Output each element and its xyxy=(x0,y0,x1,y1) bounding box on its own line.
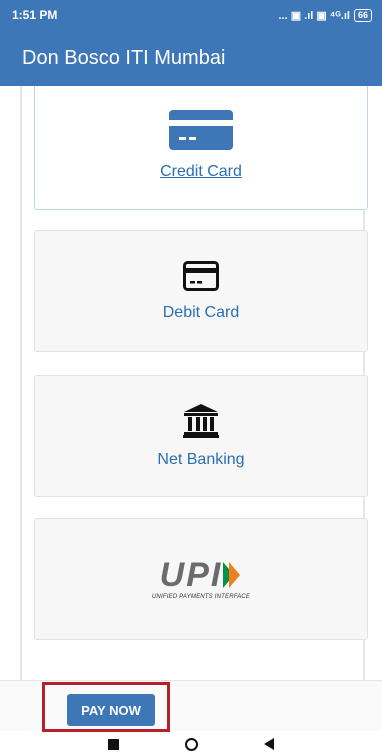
battery-level: 66 xyxy=(357,9,368,20)
app-bar: Don Bosco ITI Mumbai xyxy=(0,30,382,86)
upi-logo-text: UPI xyxy=(159,556,223,594)
status-icons: ... ▣ .ıl ▣ ⁴ᴳ.ıl 66 xyxy=(278,8,372,22)
page-title: Don Bosco ITI Mumbai xyxy=(22,46,226,69)
battery-icon: 66 xyxy=(353,8,372,22)
status-time: 1:51 PM xyxy=(12,8,58,22)
payment-option-net-banking[interactable]: Net Banking xyxy=(34,375,368,497)
debit-card-label: Debit Card xyxy=(162,303,240,321)
scroll-rail-left xyxy=(20,86,22,680)
net-banking-label: Net Banking xyxy=(157,450,245,468)
upi-arrow-icon xyxy=(223,562,241,588)
payment-options-list[interactable]: Credit Card Debit Card Net Banking UPI U… xyxy=(0,86,382,680)
payment-option-upi[interactable]: UPI UNIFIED PAYMENTS INTERFACE xyxy=(34,518,368,640)
system-navigation-bar xyxy=(0,732,382,756)
home-icon[interactable] xyxy=(185,737,198,751)
credit-card-icon xyxy=(169,109,233,155)
signal-icons: ... ▣ .ıl ▣ ⁴ᴳ.ıl xyxy=(278,9,350,22)
debit-card-icon xyxy=(183,260,219,296)
credit-card-label: Credit Card xyxy=(160,162,242,180)
bank-icon xyxy=(183,403,219,443)
upi-logo: UPI UNIFIED PAYMENTS INTERFACE xyxy=(152,558,250,600)
upi-logo-subtext: UNIFIED PAYMENTS INTERFACE xyxy=(151,594,251,600)
status-bar: 1:51 PM ... ▣ .ıl ▣ ⁴ᴳ.ıl 66 xyxy=(0,0,382,30)
pay-now-button[interactable]: PAY NOW xyxy=(67,694,155,726)
recent-apps-icon[interactable] xyxy=(108,738,119,750)
payment-option-credit-card[interactable]: Credit Card xyxy=(34,86,368,210)
payment-option-debit-card[interactable]: Debit Card xyxy=(34,230,368,352)
back-icon[interactable] xyxy=(264,738,274,750)
